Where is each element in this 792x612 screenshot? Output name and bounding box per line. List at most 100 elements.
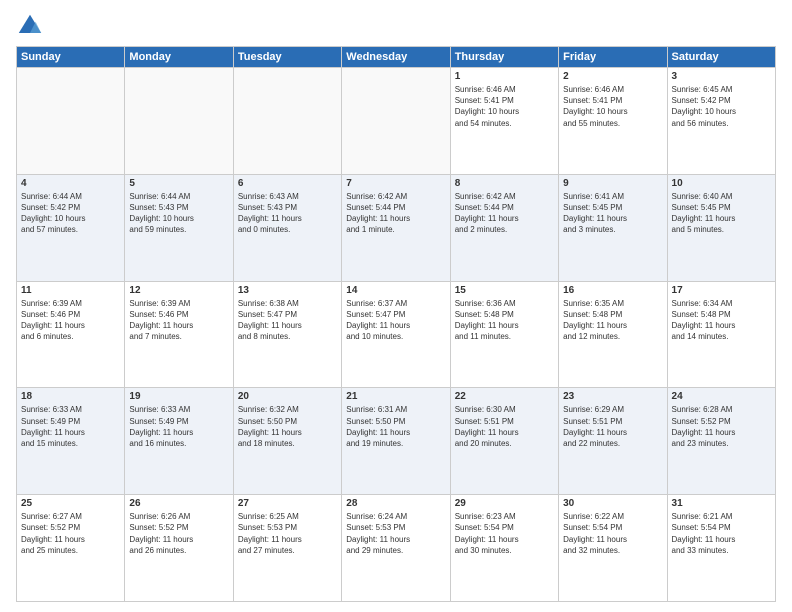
calendar-cell [342,68,450,175]
day-info: Sunrise: 6:30 AM Sunset: 5:51 PM Dayligh… [455,404,554,449]
day-info: Sunrise: 6:31 AM Sunset: 5:50 PM Dayligh… [346,404,445,449]
calendar-cell: 11Sunrise: 6:39 AM Sunset: 5:46 PM Dayli… [17,281,125,388]
day-number: 10 [672,178,771,189]
day-info: Sunrise: 6:35 AM Sunset: 5:48 PM Dayligh… [563,298,662,343]
day-number: 24 [672,391,771,402]
day-info: Sunrise: 6:33 AM Sunset: 5:49 PM Dayligh… [129,404,228,449]
day-info: Sunrise: 6:32 AM Sunset: 5:50 PM Dayligh… [238,404,337,449]
day-info: Sunrise: 6:43 AM Sunset: 5:43 PM Dayligh… [238,191,337,236]
day-number: 28 [346,498,445,509]
day-number: 3 [672,71,771,82]
calendar-cell: 21Sunrise: 6:31 AM Sunset: 5:50 PM Dayli… [342,388,450,495]
day-number: 12 [129,285,228,296]
calendar-week-2: 4 Sunrise: 6:44 AM Sunset: 5:42 PM Daylig… [17,174,776,281]
day-number: 25 [21,498,120,509]
day-info: Sunrise: 6:42 AM Sunset: 5:44 PM Dayligh… [346,191,445,236]
day-number: 15 [455,285,554,296]
logo [16,12,48,40]
day-number: 23 [563,391,662,402]
header [16,12,776,40]
day-number: 31 [672,498,771,509]
day-info: Sunrise: 6:42 AM Sunset: 5:44 PM Dayligh… [455,191,554,236]
day-number: 11 [21,285,120,296]
weekday-header-thursday: Thursday [450,47,558,68]
day-info: Sunrise: 6:27 AM Sunset: 5:52 PM Dayligh… [21,511,120,556]
calendar-cell: 19 Sunrise: 6:33 AM Sunset: 5:49 PM Dayli… [125,388,233,495]
calendar-cell: 26 Sunrise: 6:26 AM Sunset: 5:52 PM Dayli… [125,495,233,602]
calendar-cell: 14 Sunrise: 6:37 AM Sunset: 5:47 PM Dayli… [342,281,450,388]
day-number: 26 [129,498,228,509]
calendar-cell: 6 Sunrise: 6:43 AM Sunset: 5:43 PM Daylig… [233,174,341,281]
calendar-cell: 23 Sunrise: 6:29 AM Sunset: 5:51 PM Dayli… [559,388,667,495]
day-info: Sunrise: 6:46 AM Sunset: 5:41 PM Dayligh… [455,84,554,129]
calendar-cell: 13Sunrise: 6:38 AM Sunset: 5:47 PM Dayli… [233,281,341,388]
day-number: 6 [238,178,337,189]
day-number: 4 [21,178,120,189]
day-number: 16 [563,285,662,296]
day-info: Sunrise: 6:44 AM Sunset: 5:43 PM Dayligh… [129,191,228,236]
calendar-week-3: 11 Sunrise: 6:39 AM Sunset: 5:46 PM Dayli… [17,281,776,388]
weekday-header-wednesday: Wednesday [342,47,450,68]
calendar-cell: 17Sunrise: 6:34 AM Sunset: 5:48 PM Dayli… [667,281,775,388]
day-number: 5 [129,178,228,189]
day-number: 29 [455,498,554,509]
day-number: 7 [346,178,445,189]
calendar-week-4: 18 Sunrise: 6:33 AM Sunset: 5:49 PM Dayli… [17,388,776,495]
calendar-cell: 31 Sunrise: 6:21 AM Sunset: 5:54 PM Dayli… [667,495,775,602]
calendar-cell: 30 Sunrise: 6:22 AM Sunset: 5:54 PM Dayli… [559,495,667,602]
day-info: Sunrise: 6:44 AM Sunset: 5:42 PM Dayligh… [21,191,120,236]
calendar-cell: 10 Sunrise: 6:40 AM Sunset: 5:45 PM Dayli… [667,174,775,281]
day-info: Sunrise: 6:38 AM Sunset: 5:47 PM Dayligh… [238,298,337,343]
day-number: 18 [21,391,120,402]
day-number: 27 [238,498,337,509]
calendar-cell: 25 Sunrise: 6:27 AM Sunset: 5:52 PM Dayli… [17,495,125,602]
weekday-header-tuesday: Tuesday [233,47,341,68]
day-number: 30 [563,498,662,509]
day-info: Sunrise: 6:22 AM Sunset: 5:54 PM Dayligh… [563,511,662,556]
day-info: Sunrise: 6:45 AM Sunset: 5:42 PM Dayligh… [672,84,771,129]
calendar-cell: 24 Sunrise: 6:28 AM Sunset: 5:52 PM Dayli… [667,388,775,495]
calendar-week-5: 25 Sunrise: 6:27 AM Sunset: 5:52 PM Dayli… [17,495,776,602]
calendar-cell: 28 Sunrise: 6:24 AM Sunset: 5:53 PM Dayli… [342,495,450,602]
day-info: Sunrise: 6:39 AM Sunset: 5:46 PM Dayligh… [129,298,228,343]
day-info: Sunrise: 6:21 AM Sunset: 5:54 PM Dayligh… [672,511,771,556]
calendar-cell: 20 Sunrise: 6:32 AM Sunset: 5:50 PM Dayli… [233,388,341,495]
day-info: Sunrise: 6:33 AM Sunset: 5:49 PM Dayligh… [21,404,120,449]
calendar-body: 1 Sunrise: 6:46 AM Sunset: 5:41 PM Daylig… [17,68,776,602]
day-number: 2 [563,71,662,82]
weekday-header-monday: Monday [125,47,233,68]
calendar-cell: 5 Sunrise: 6:44 AM Sunset: 5:43 PM Daylig… [125,174,233,281]
logo-icon [16,12,44,40]
calendar-cell: 15Sunrise: 6:36 AM Sunset: 5:48 PM Dayli… [450,281,558,388]
day-info: Sunrise: 6:40 AM Sunset: 5:45 PM Dayligh… [672,191,771,236]
day-number: 8 [455,178,554,189]
calendar-cell: 29Sunrise: 6:23 AM Sunset: 5:54 PM Dayli… [450,495,558,602]
day-info: Sunrise: 6:46 AM Sunset: 5:41 PM Dayligh… [563,84,662,129]
calendar-week-1: 1 Sunrise: 6:46 AM Sunset: 5:41 PM Daylig… [17,68,776,175]
weekday-header-sunday: Sunday [17,47,125,68]
calendar-cell: 1 Sunrise: 6:46 AM Sunset: 5:41 PM Daylig… [450,68,558,175]
calendar-cell: 22Sunrise: 6:30 AM Sunset: 5:51 PM Dayli… [450,388,558,495]
calendar-cell: 7 Sunrise: 6:42 AM Sunset: 5:44 PM Daylig… [342,174,450,281]
day-info: Sunrise: 6:37 AM Sunset: 5:47 PM Dayligh… [346,298,445,343]
calendar-cell: 18 Sunrise: 6:33 AM Sunset: 5:49 PM Dayli… [17,388,125,495]
page: SundayMondayTuesdayWednesdayThursdayFrid… [0,0,792,612]
day-number: 19 [129,391,228,402]
day-info: Sunrise: 6:28 AM Sunset: 5:52 PM Dayligh… [672,404,771,449]
day-info: Sunrise: 6:26 AM Sunset: 5:52 PM Dayligh… [129,511,228,556]
weekday-header-friday: Friday [559,47,667,68]
calendar-cell: 9Sunrise: 6:41 AM Sunset: 5:45 PM Daylig… [559,174,667,281]
day-info: Sunrise: 6:25 AM Sunset: 5:53 PM Dayligh… [238,511,337,556]
day-number: 20 [238,391,337,402]
day-info: Sunrise: 6:41 AM Sunset: 5:45 PM Dayligh… [563,191,662,236]
day-number: 1 [455,71,554,82]
calendar-cell: 12 Sunrise: 6:39 AM Sunset: 5:46 PM Dayli… [125,281,233,388]
calendar-cell: 8 Sunrise: 6:42 AM Sunset: 5:44 PM Daylig… [450,174,558,281]
calendar-header: SundayMondayTuesdayWednesdayThursdayFrid… [17,47,776,68]
day-number: 14 [346,285,445,296]
day-info: Sunrise: 6:24 AM Sunset: 5:53 PM Dayligh… [346,511,445,556]
calendar-cell [17,68,125,175]
calendar-table: SundayMondayTuesdayWednesdayThursdayFrid… [16,46,776,602]
day-info: Sunrise: 6:29 AM Sunset: 5:51 PM Dayligh… [563,404,662,449]
day-info: Sunrise: 6:34 AM Sunset: 5:48 PM Dayligh… [672,298,771,343]
